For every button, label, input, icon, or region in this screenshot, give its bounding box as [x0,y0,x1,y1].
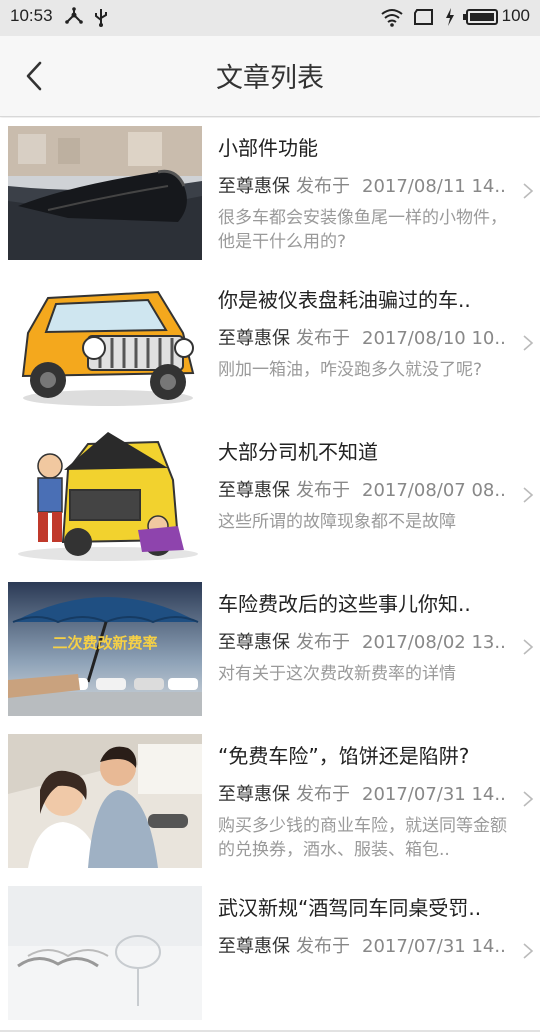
published-label: 发布于 [296,784,350,805]
article-date: 2017/08/07 08.. [362,480,506,501]
article-title: 大部分司机不知道 [218,440,378,464]
article-thumbnail-couple-in-car [8,734,202,868]
article-meta: 至尊惠保 发布于 2017/07/31 14.. [218,780,522,806]
article-item[interactable]: 二次费改新费率 车险费改后的这些事儿你知.. 至尊惠保 发布于 2017/08/02… [0,574,540,728]
article-author: 至尊惠保 [218,632,290,653]
chevron-right-icon [523,639,534,655]
published-label: 发布于 [296,936,350,957]
article-summary: 这些所谓的故障现象都不是故障 [218,512,456,532]
article-thumbnail-wine-glasses [8,886,202,1020]
app-header: 文章列表 [0,36,540,117]
article-summary: 对有关于这次费改新费率的详情 [218,664,456,684]
article-title: 小部件功能 [218,136,318,160]
battery-percentage: 100 [501,6,530,25]
page-title: 文章列表 [216,63,324,94]
article-meta: 至尊惠保 发布于 2017/08/02 13.. [218,628,522,654]
published-label: 发布于 [296,480,350,501]
article-title: 你是被仪表盘耗油骗过的车.. [218,288,471,312]
article-item[interactable]: 大部分司机不知道 至尊惠保 发布于 2017/08/07 08.. 这些所谓的故障现… [0,422,540,576]
article-title: 武汉新规“酒驾同车同桌受罚.. [218,896,482,920]
article-thumbnail-umbrella-cars: 二次费改新费率 [8,582,202,716]
article-date: 2017/08/10 10.. [362,328,506,349]
article-author: 至尊惠保 [218,328,290,349]
article-meta: 至尊惠保 发布于 2017/08/07 08.. [218,476,522,502]
chevron-right-icon [523,943,534,959]
article-meta: 至尊惠保 发布于 2017/08/10 10.. [218,324,522,350]
chevron-right-icon [523,183,534,199]
thumbnail-caption: 二次费改新费率 [52,634,157,652]
article-meta: 至尊惠保 发布于 2017/08/11 14.. [218,172,522,198]
chevron-right-icon [523,335,534,351]
article-author: 至尊惠保 [218,936,290,957]
article-thumbnail-broken-car [8,430,202,564]
wifi-icon [380,7,404,31]
article-date: 2017/08/11 14.. [362,176,506,197]
status-bar: 10:53 100 [0,0,540,36]
article-item[interactable]: 你是被仪表盘耗油骗过的车.. 至尊惠保 发布于 2017/08/10 10.. 刚加… [0,270,540,424]
article-item[interactable]: 武汉新规“酒驾同车同桌受罚.. 至尊惠保 发布于 2017/07/31 14.. [0,878,540,1032]
article-author: 至尊惠保 [218,480,290,501]
battery-icon [463,7,499,31]
article-author: 至尊惠保 [218,176,290,197]
article-summary: 刚加一箱油，咋没跑多久就没了呢? [218,360,483,380]
status-time: 10:53 [10,6,53,25]
charging-icon [444,7,456,31]
article-title: 车险费改后的这些事儿你知.. [218,592,471,616]
article-item[interactable]: 小部件功能 至尊惠保 发布于 2017/08/11 14.. 很多车都会安装像鱼尾一… [0,118,540,272]
article-item[interactable]: “免费车险”，馅饼还是陷阱? 至尊惠保 发布于 2017/07/31 14.. 购买… [0,726,540,880]
screen-icon [413,7,435,31]
article-summary: 很多车都会安装像鱼尾一样的小物件，他是干什么用的? [218,208,507,252]
article-thumbnail-jeep [8,278,202,412]
article-date: 2017/07/31 14.. [362,936,506,957]
article-author: 至尊惠保 [218,784,290,805]
article-meta: 至尊惠保 发布于 2017/07/31 14.. [218,932,522,958]
article-title: “免费车险”，馅饼还是陷阱? [218,744,470,768]
usb-icon [92,7,110,31]
published-label: 发布于 [296,328,350,349]
published-label: 发布于 [296,632,350,653]
published-label: 发布于 [296,176,350,197]
article-summary: 购买多少钱的商业车险，就送同等金额的兑换券，酒水、服装、箱包.. [218,816,507,860]
article-date: 2017/08/02 13.. [362,632,506,653]
article-date: 2017/07/31 14.. [362,784,506,805]
chevron-right-icon [523,791,534,807]
chevron-right-icon [523,487,534,503]
usb-tether-icon [64,7,84,31]
article-thumbnail-shark-fin [8,126,202,260]
